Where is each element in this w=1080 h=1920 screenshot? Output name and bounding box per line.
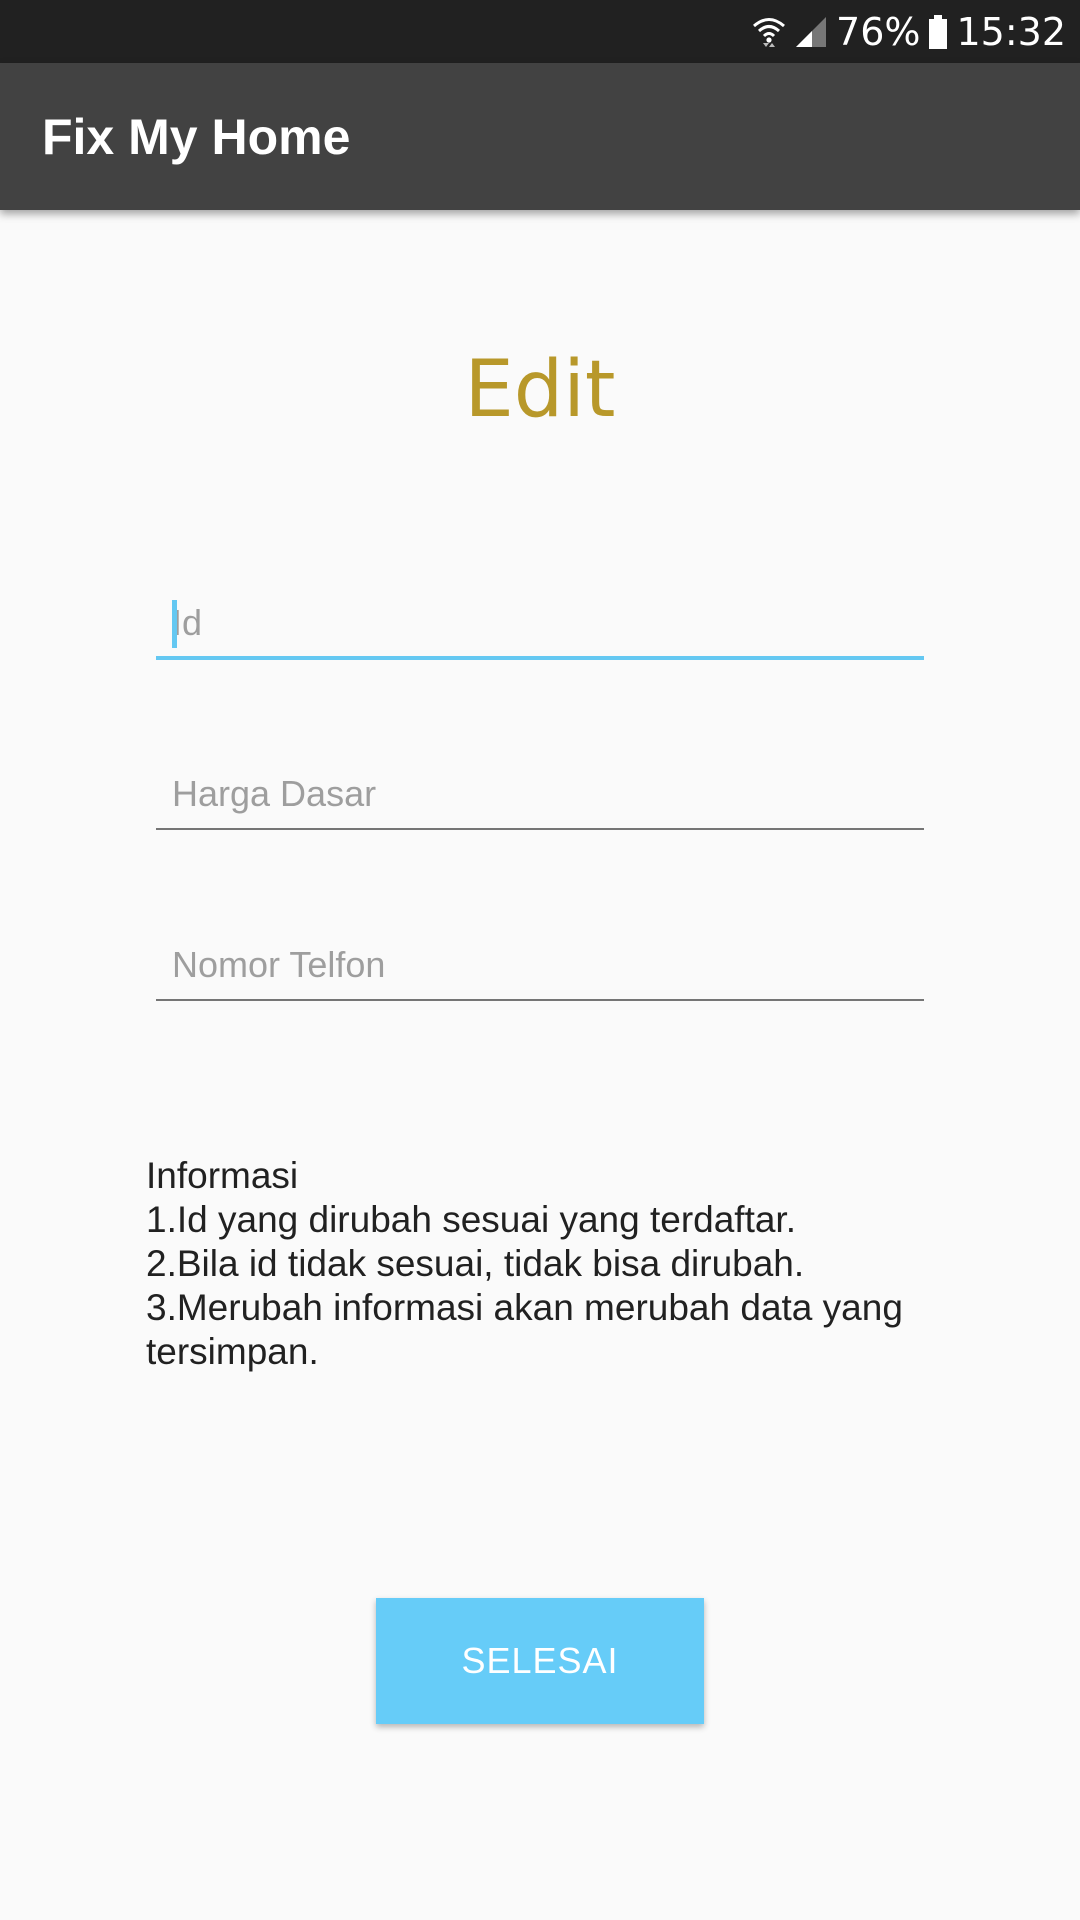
- info-line: 1.Id yang dirubah sesuai yang terdaftar.: [146, 1199, 796, 1240]
- selesai-button[interactable]: SELESAI: [376, 1598, 704, 1724]
- info-line: 3.Merubah informasi akan merubah data ya…: [146, 1287, 903, 1372]
- app-bar: Fix My Home: [0, 63, 1080, 210]
- info-heading: Informasi: [146, 1155, 299, 1196]
- harga-field-wrapper: [156, 760, 924, 830]
- app-title: Fix My Home: [42, 108, 351, 165]
- text-cursor: [172, 600, 177, 648]
- nomor-telfon-input[interactable]: [156, 931, 924, 1001]
- signal-icon: [794, 15, 828, 49]
- wifi-icon: [752, 15, 786, 49]
- clock-text: 15:32: [956, 9, 1066, 54]
- info-line: 2.Bila id tidak sesuai, tidak bisa dirub…: [146, 1243, 805, 1284]
- battery-icon: [928, 14, 948, 49]
- harga-dasar-input[interactable]: [156, 760, 924, 830]
- battery-text: 76%: [836, 9, 921, 54]
- id-input[interactable]: [156, 590, 924, 660]
- id-field-wrapper: [156, 590, 924, 660]
- status-bar: 76% 15:32: [0, 0, 1080, 63]
- status-icons: 76% 15:32: [752, 0, 1066, 63]
- page-title: Edit: [464, 345, 616, 435]
- info-block: Informasi 1.Id yang dirubah sesuai yang …: [146, 1154, 966, 1374]
- telfon-field-wrapper: [156, 931, 924, 1001]
